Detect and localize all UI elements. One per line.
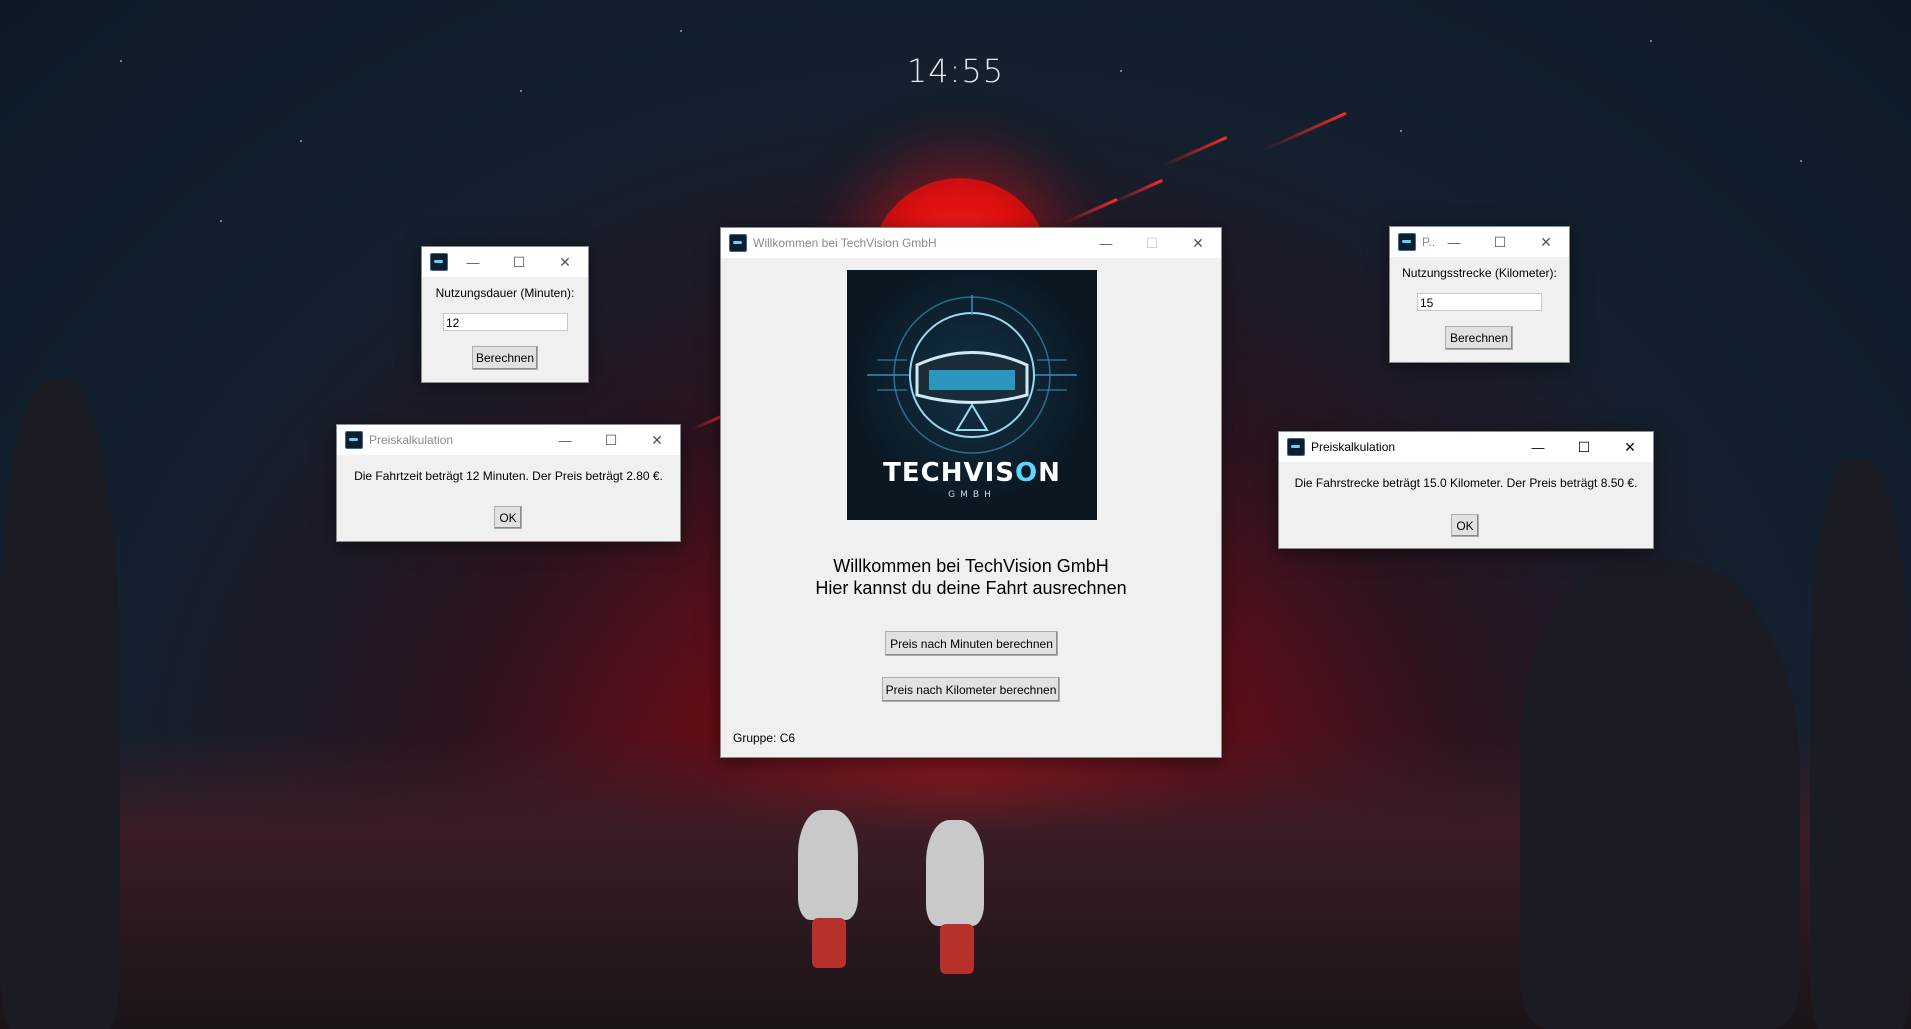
title-bar[interactable]: Willkommen bei TechVision GmbH — ☐ ✕ bbox=[721, 228, 1221, 258]
app-icon bbox=[1398, 233, 1416, 251]
minutes-input[interactable]: 12 bbox=[443, 313, 568, 331]
minimize-icon[interactable]: — bbox=[1431, 227, 1477, 257]
minimize-icon[interactable]: — bbox=[1083, 228, 1129, 258]
title-bar[interactable]: P... — ☐ ✕ bbox=[1390, 227, 1569, 257]
close-icon[interactable]: ✕ bbox=[1523, 227, 1569, 257]
astronaut-left bbox=[798, 810, 858, 968]
minimize-icon[interactable]: — bbox=[450, 247, 496, 277]
calculate-minutes-button[interactable]: Berechnen bbox=[472, 346, 538, 370]
result-message: Die Fahrtzeit beträgt 12 Minuten. Der Pr… bbox=[354, 469, 663, 483]
techvision-logo: TECHVISON GMBH bbox=[847, 270, 1097, 520]
price-by-minutes-button[interactable]: Preis nach Minuten berechnen bbox=[885, 631, 1058, 656]
km-input-window: P... — ☐ ✕ Nutzungsstrecke (Kilometer): … bbox=[1389, 226, 1570, 363]
lockscreen-clock: 14:55 bbox=[906, 52, 1005, 90]
welcome-subheading: Hier kannst du deine Fahrt ausrechnen bbox=[815, 578, 1127, 598]
app-icon bbox=[345, 431, 363, 449]
minutes-input-window: — ☐ ✕ Nutzungsdauer (Minuten): 12 Berech… bbox=[421, 246, 589, 383]
window-title: Preiskalkulation bbox=[1311, 440, 1396, 454]
logo-subtitle: GMBH bbox=[948, 490, 996, 500]
maximize-icon[interactable]: ☐ bbox=[496, 247, 542, 277]
main-window: Willkommen bei TechVision GmbH — ☐ ✕ TEC… bbox=[720, 227, 1222, 758]
maximize-icon[interactable]: ☐ bbox=[588, 425, 634, 455]
ok-button[interactable]: OK bbox=[494, 506, 522, 529]
close-icon[interactable]: ✕ bbox=[1607, 432, 1653, 462]
astronaut-right bbox=[926, 820, 984, 974]
logo-text: TECHVISON bbox=[883, 458, 1061, 488]
result-message: Die Fahrstrecke beträgt 15.0 Kilometer. … bbox=[1294, 476, 1638, 490]
group-label: Gruppe: C6 bbox=[733, 731, 796, 745]
calculate-km-button[interactable]: Berechnen bbox=[1445, 326, 1513, 350]
title-bar[interactable]: — ☐ ✕ bbox=[422, 247, 588, 277]
app-icon bbox=[1287, 438, 1305, 456]
window-title: Preiskalkulation bbox=[369, 433, 454, 447]
maximize-icon[interactable]: ☐ bbox=[1477, 227, 1523, 257]
ok-button[interactable]: OK bbox=[1451, 514, 1479, 537]
app-icon bbox=[430, 253, 448, 271]
close-icon[interactable]: ✕ bbox=[542, 247, 588, 277]
title-bar[interactable]: Preiskalkulation — ☐ ✕ bbox=[337, 425, 680, 455]
close-icon[interactable]: ✕ bbox=[1175, 228, 1221, 258]
title-bar[interactable]: Preiskalkulation — ☐ ✕ bbox=[1279, 432, 1653, 462]
minutes-result-window: Preiskalkulation — ☐ ✕ Die Fahrtzeit bet… bbox=[336, 424, 681, 542]
maximize-icon: ☐ bbox=[1145, 234, 1159, 251]
maximize-icon[interactable]: ☐ bbox=[1561, 432, 1607, 462]
close-icon[interactable]: ✕ bbox=[634, 425, 680, 455]
welcome-heading: Willkommen bei TechVision GmbH bbox=[833, 556, 1109, 576]
price-by-kilometer-button[interactable]: Preis nach Kilometer berechnen bbox=[882, 677, 1060, 702]
minutes-label: Nutzungsdauer (Minuten): bbox=[435, 286, 575, 300]
km-input[interactable]: 15 bbox=[1417, 293, 1542, 311]
minimize-icon[interactable]: — bbox=[542, 425, 588, 455]
minimize-icon[interactable]: — bbox=[1515, 432, 1561, 462]
app-icon bbox=[729, 234, 747, 252]
km-label: Nutzungsstrecke (Kilometer): bbox=[1402, 266, 1557, 280]
window-title: Willkommen bei TechVision GmbH bbox=[753, 236, 937, 250]
km-result-window: Preiskalkulation — ☐ ✕ Die Fahrstrecke b… bbox=[1278, 431, 1654, 549]
